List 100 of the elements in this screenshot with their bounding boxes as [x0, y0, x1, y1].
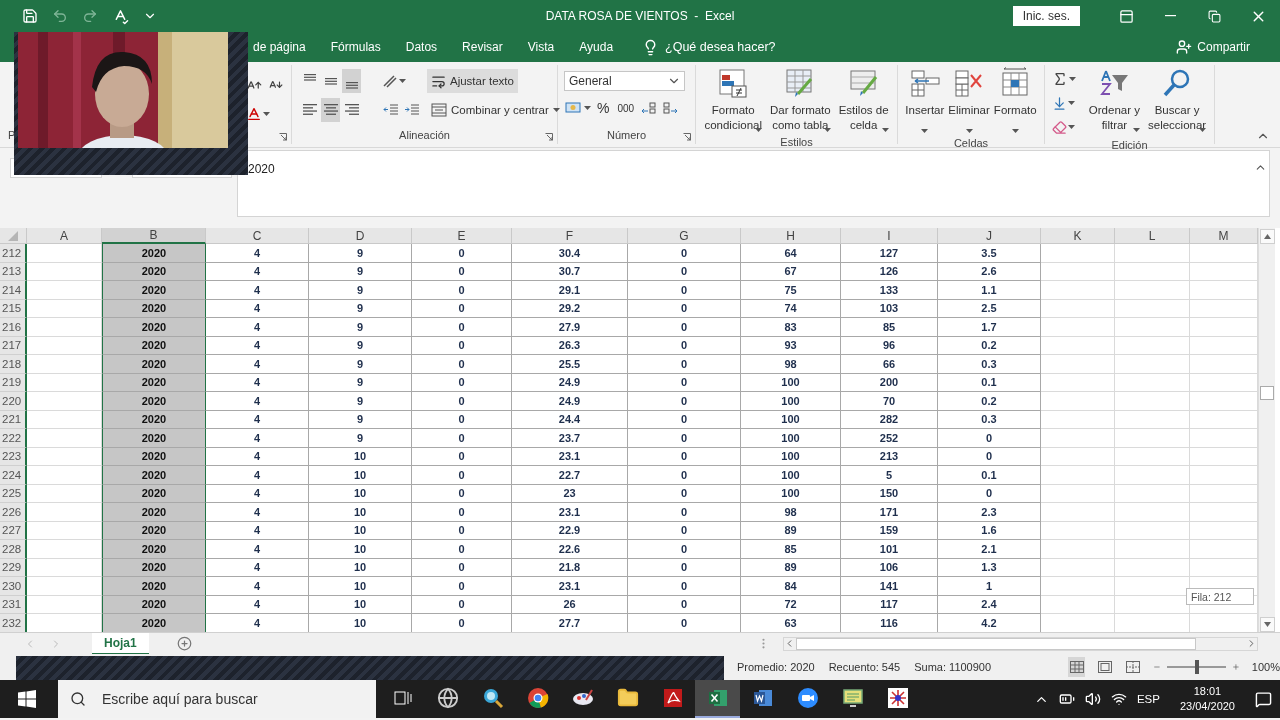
taskbar-search-field[interactable]: Escribe aquí para buscar	[58, 680, 376, 718]
caret-icon	[1067, 100, 1075, 106]
volume-icon[interactable]	[1084, 691, 1101, 707]
clock[interactable]: 18:01 23/04/2020	[1179, 684, 1235, 714]
ribbon-button[interactable]: Formato	[991, 67, 1039, 137]
save-icon[interactable]	[22, 8, 38, 24]
add-sheet-icon[interactable]	[176, 636, 192, 651]
dialog-launcher-icon[interactable]	[683, 133, 691, 141]
column-header[interactable]: L	[1115, 228, 1190, 244]
ribbon-button[interactable]: Formato condicional	[702, 67, 764, 136]
column-header[interactable]: E	[412, 228, 512, 244]
restore-icon	[1207, 9, 1221, 23]
table-cell: 0	[628, 244, 741, 263]
group-label: Edición	[1111, 139, 1148, 151]
table-cell: 0	[412, 244, 512, 263]
row-header[interactable]: 228	[0, 540, 27, 559]
ribbon-tab[interactable]: Datos	[405, 36, 438, 58]
table-cell: 0	[412, 281, 512, 300]
ribbon-button[interactable]: Estilos de celda	[836, 67, 891, 136]
row-header[interactable]: 214	[0, 281, 27, 300]
caret-icon	[755, 128, 762, 133]
row-header[interactable]: 232	[0, 614, 27, 632]
column-header[interactable]: H	[741, 228, 841, 244]
row-header[interactable]: 218	[0, 355, 27, 374]
row-header[interactable]: 220	[0, 392, 27, 411]
table-cell: 2020	[102, 466, 206, 485]
column-header[interactable]: B	[102, 228, 206, 244]
view-button[interactable]	[1068, 657, 1086, 677]
search-input[interactable]: Escribe aquí para buscar	[100, 690, 360, 708]
column-header[interactable]: D	[309, 228, 412, 244]
spreadsheet-icon	[706, 687, 729, 709]
battery-icon[interactable]	[1058, 691, 1075, 707]
ribbon-tab[interactable]: Revisar	[462, 36, 503, 58]
scroll-up-button[interactable]	[1259, 229, 1275, 244]
column-header[interactable]: K	[1041, 228, 1115, 244]
ribbon-button[interactable]: Insertar	[903, 67, 947, 137]
globe-icon	[436, 687, 459, 709]
row-header[interactable]: 216	[0, 318, 27, 337]
ribbon-tab[interactable]: Ayuda	[579, 36, 614, 58]
ribbon-tab[interactable]: Fórmulas	[330, 36, 381, 58]
wrap-text-button[interactable]: Ajustar texto	[427, 69, 518, 93]
row-header[interactable]: 230	[0, 577, 27, 596]
table-cell: 0	[412, 577, 512, 596]
table-cell: 0	[412, 466, 512, 485]
table-cell: 0	[938, 429, 1041, 448]
column-header[interactable]: J	[938, 228, 1041, 244]
table-cell: 2020	[102, 577, 206, 596]
dialog-launcher-icon[interactable]	[545, 133, 553, 141]
vertical-scrollbar[interactable]	[1258, 228, 1275, 632]
group-label: Alineación	[399, 129, 450, 141]
caret-icon	[1133, 128, 1140, 133]
tell-me-search[interactable]: ¿Qué desea hacer?	[665, 40, 776, 54]
column-header[interactable]: F	[512, 228, 628, 244]
table-cell: 30.4	[512, 244, 628, 263]
row-header[interactable]: 226	[0, 503, 27, 522]
video-camera-icon	[796, 687, 819, 709]
number-style-button[interactable]: %	[594, 96, 613, 120]
ribbon-button[interactable]: Ordenar y filtrar	[1086, 67, 1142, 136]
row-header[interactable]: 212	[0, 244, 27, 263]
column-header[interactable]: M	[1190, 228, 1258, 244]
horizontal-scrollbar[interactable]	[783, 636, 1258, 651]
column-header[interactable]: G	[628, 228, 741, 244]
ribbon-tab[interactable]: de página	[253, 36, 306, 58]
sheet-tab[interactable]: Hoja1	[92, 632, 149, 655]
notifications-icon[interactable]	[1255, 690, 1272, 708]
vertical-align-icon	[303, 73, 316, 81]
table-cell: 100	[741, 429, 841, 448]
scroll-down-button[interactable]	[1259, 617, 1275, 632]
wifi-icon[interactable]	[1110, 691, 1127, 707]
horizontal-align-button[interactable]	[321, 98, 340, 122]
share-button[interactable]: Compartir	[1170, 38, 1256, 56]
number-style-button[interactable]: 000	[614, 96, 638, 120]
windows-start-icon[interactable]	[18, 690, 36, 708]
language-indicator[interactable]: ESP	[1136, 693, 1160, 705]
column-header[interactable]: I	[841, 228, 938, 244]
number-format-dropdown[interactable]: General	[564, 71, 685, 91]
column-header[interactable]: C	[206, 228, 309, 244]
column-header[interactable]: A	[27, 228, 102, 244]
table-cell: 9	[309, 281, 412, 300]
group-label: Estilos	[780, 136, 813, 148]
zoom-thumb[interactable]	[1194, 660, 1199, 674]
date: 23/04/2020	[1179, 699, 1235, 714]
dialog-launcher-icon[interactable]	[279, 133, 287, 141]
ribbon-button[interactable]: Buscar y seleccionar	[1146, 67, 1209, 136]
ribbon-button[interactable]: Dar formato como tabla	[768, 67, 833, 136]
text-align-icon	[343, 103, 360, 117]
scroll-thumb[interactable]	[1260, 386, 1274, 400]
ribbon-button[interactable]: Eliminar	[946, 67, 992, 137]
table-cell: 23.1	[512, 577, 628, 596]
ribbon-tab[interactable]: Vista	[527, 36, 555, 58]
merge-center-button[interactable]: Combinar y centrar	[427, 98, 564, 122]
row-header[interactable]: 224	[0, 466, 27, 485]
scroll-thumb[interactable]	[796, 637, 1196, 650]
formula-bar[interactable]: 2020	[237, 150, 1270, 217]
sign-in-button[interactable]: Inic. ses.	[1012, 6, 1080, 26]
table-cell: 171	[841, 503, 938, 522]
indent-left-icon	[382, 103, 399, 117]
row-header[interactable]: 222	[0, 429, 27, 448]
table-cell	[1190, 466, 1258, 485]
vertical-align-button[interactable]	[342, 69, 361, 93]
